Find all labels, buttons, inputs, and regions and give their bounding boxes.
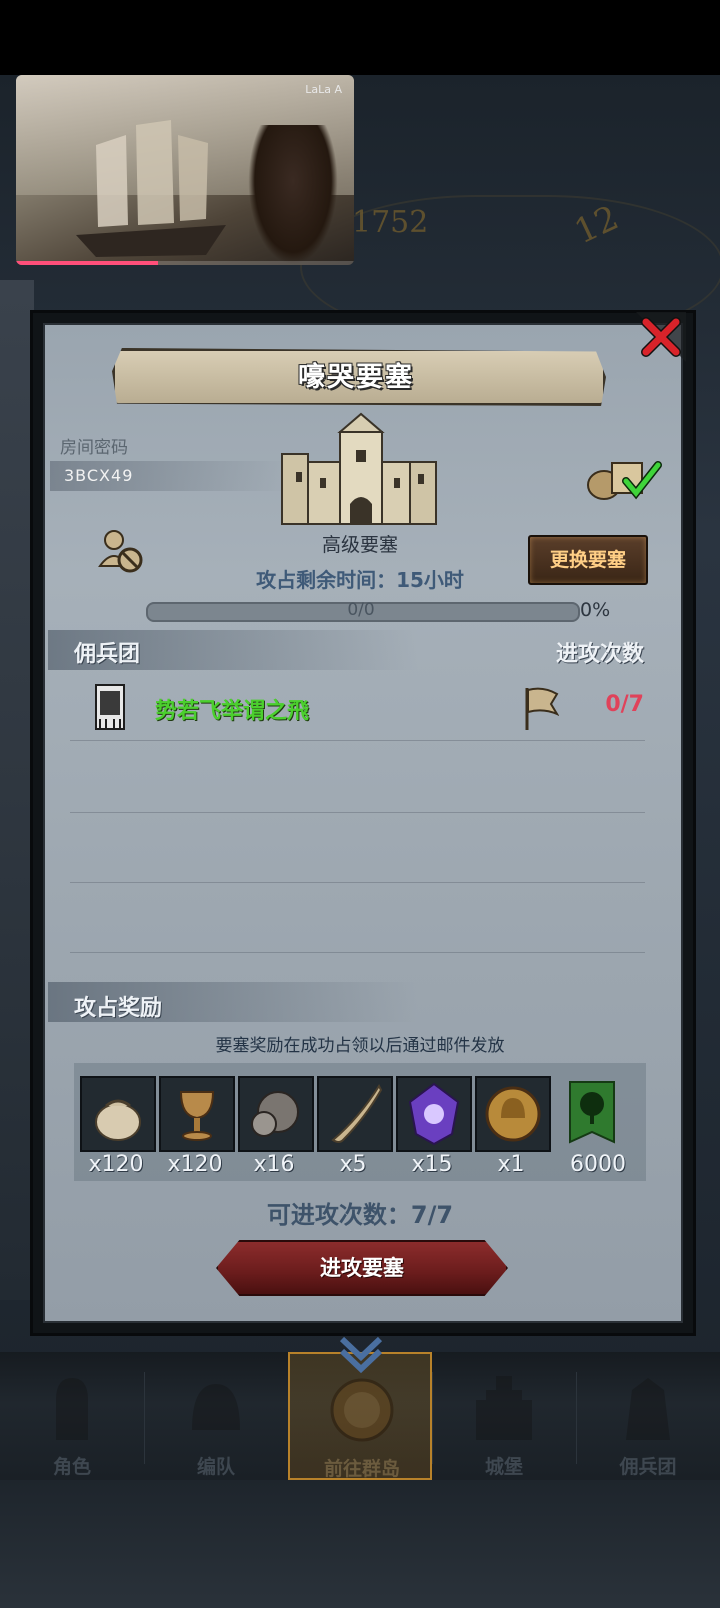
flag-icon [525,687,559,730]
knight-icon [56,1378,88,1440]
nav-label: 角色 [52,1456,91,1478]
chevron-down-icon [339,1336,383,1374]
nav-item-castle[interactable]: 城堡 [432,1352,576,1480]
capture-progress-percent: 0% [580,599,611,621]
castle-icon [476,1376,532,1440]
no-person-icon[interactable] [96,528,146,576]
reward-header: 攻占奖励 [74,996,163,1021]
row-divider [70,740,645,741]
reward-item-sack[interactable] [80,1076,156,1152]
dialog-title: 嚎哭要塞 [298,362,414,393]
capture-progress-text: 0/0 [347,600,375,620]
row-divider [70,882,645,883]
video-progress-bar[interactable] [16,261,354,265]
reward-qty: x16 [253,1152,295,1177]
helmet-coin-icon [485,1086,541,1142]
lower-background [0,1480,720,1608]
reward-item-tree-banner[interactable] [554,1076,630,1152]
left-side-strip [0,280,34,1300]
time-remaining-label: 攻占剩余时间：15小时 [256,568,464,592]
mercenary-header: 佣兵团 [74,642,141,667]
row-divider [70,952,645,953]
mercenary-attack-count: 0/7 [605,692,644,717]
horn-icon [331,1083,383,1143]
mercenary-banner-icon [95,684,125,730]
crystal-icon [408,1082,460,1146]
helmet-icon [192,1384,240,1430]
ore-icon [251,1091,299,1137]
change-fortress-button[interactable]: 更换要塞 [528,535,648,585]
ship-image [76,120,226,257]
nav-label: 佣兵团 [619,1456,677,1478]
reward-qty: x120 [167,1152,223,1177]
reward-qty: x1 [497,1152,525,1177]
character-figure [248,125,338,265]
fortress-type-label: 高级要塞 [321,534,398,556]
row-divider [70,812,645,813]
tree-banner-icon [569,1081,615,1144]
reward-item-crystal[interactable] [396,1076,472,1152]
mercenary-name[interactable]: 势若飞举谓之飛 [155,693,309,725]
supply-check-icon[interactable] [584,455,664,503]
nav-label: 城堡 [484,1456,523,1478]
compass-icon [330,1378,394,1442]
goblet-icon [179,1091,215,1141]
castle-icon [281,412,437,525]
reward-qty: x120 [88,1152,144,1177]
nav-item-character[interactable]: 角色 [0,1352,144,1480]
reward-item-horn[interactable] [317,1076,393,1152]
reward-qty: x5 [339,1152,367,1177]
attack-fortress-button[interactable]: 进攻要塞 [216,1240,508,1296]
sack-icon [95,1099,141,1141]
nav-label: 编队 [196,1456,235,1478]
background-year-text: 1752 [352,205,429,240]
nav-item-formation[interactable]: 编队 [144,1352,288,1480]
close-icon[interactable] [636,312,686,362]
change-fortress-label: 更换要塞 [549,549,626,571]
reward-qty: x15 [411,1152,453,1177]
attack-count-header: 进攻次数 [555,642,644,667]
video-watermark: LaLa A [305,83,342,96]
room-password-label: 房间密码 [60,438,128,458]
nav-label: 前往群岛 [323,1458,400,1480]
reward-qty: 6000 [570,1152,626,1177]
attacks-left-label: 可进攻次数：7/7 [266,1201,454,1229]
mercenary-icon [626,1378,670,1440]
reward-item-helmet-coin[interactable] [475,1076,551,1152]
video-overlay[interactable]: LaLa A [16,75,354,265]
reward-note: 要塞奖励在成功占领以后通过邮件发放 [215,1036,505,1056]
video-progress-fill [16,261,158,265]
reward-item-ore[interactable] [238,1076,314,1152]
room-password-value[interactable]: 3BCX49 [64,466,133,485]
attack-fortress-label: 进攻要塞 [320,1256,404,1280]
reward-item-goblet[interactable] [159,1076,235,1152]
nav-item-mercenary[interactable]: 佣兵团 [576,1352,720,1480]
